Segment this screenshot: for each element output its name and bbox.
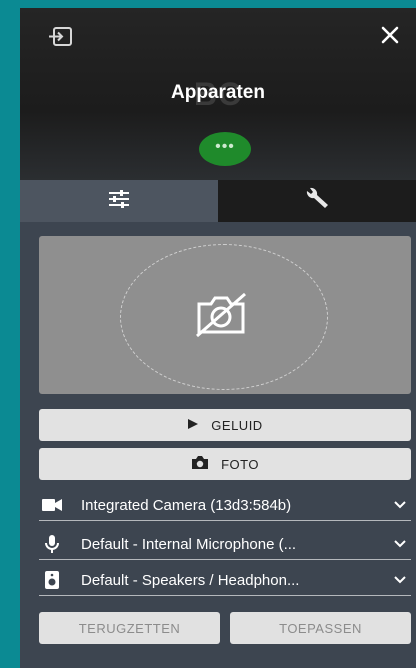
tab-bar: [20, 180, 416, 222]
close-icon[interactable]: [378, 24, 402, 48]
page-title: Apparaten: [171, 82, 265, 103]
microphone-icon: [39, 534, 65, 554]
microphone-select[interactable]: Default - Internal Microphone (...: [39, 529, 411, 560]
tab-advanced-settings[interactable]: [218, 180, 416, 222]
play-icon: [187, 418, 199, 433]
camera-select[interactable]: Integrated Camera (13d3:584b): [39, 490, 411, 521]
sound-test-label: GELUID: [211, 417, 263, 433]
camera-select-value: Integrated Camera (13d3:584b): [81, 496, 292, 514]
video-camera-icon: [39, 498, 65, 512]
photo-label: FOTO: [221, 456, 259, 472]
microphone-select-value: Default - Internal Microphone (...: [81, 535, 297, 553]
camera-preview: [39, 236, 411, 394]
tab-device-settings[interactable]: [20, 180, 218, 222]
status-badge: •••: [199, 132, 251, 166]
panel-header: BC Apparaten •••: [20, 8, 416, 180]
exit-icon[interactable]: [48, 26, 74, 48]
chevron-down-icon: [393, 497, 411, 514]
speaker-icon: [39, 570, 65, 590]
photo-button[interactable]: FOTO: [39, 448, 411, 480]
reset-button[interactable]: TERUGZETTEN: [39, 612, 220, 644]
camera-icon: [191, 455, 209, 473]
speaker-select[interactable]: Default - Speakers / Headphon...: [39, 565, 411, 596]
speaker-select-value: Default - Speakers / Headphon...: [81, 571, 300, 589]
devices-panel: BC Apparaten ••• GELUID FOTO Integrated …: [20, 8, 416, 668]
camera-off-icon: [189, 292, 253, 338]
wrench-icon: [303, 187, 331, 216]
chevron-down-icon: [393, 536, 411, 553]
sliders-icon: [107, 189, 131, 214]
sound-test-button[interactable]: GELUID: [39, 409, 411, 441]
chevron-down-icon: [393, 572, 411, 589]
apply-button[interactable]: TOEPASSEN: [230, 612, 411, 644]
